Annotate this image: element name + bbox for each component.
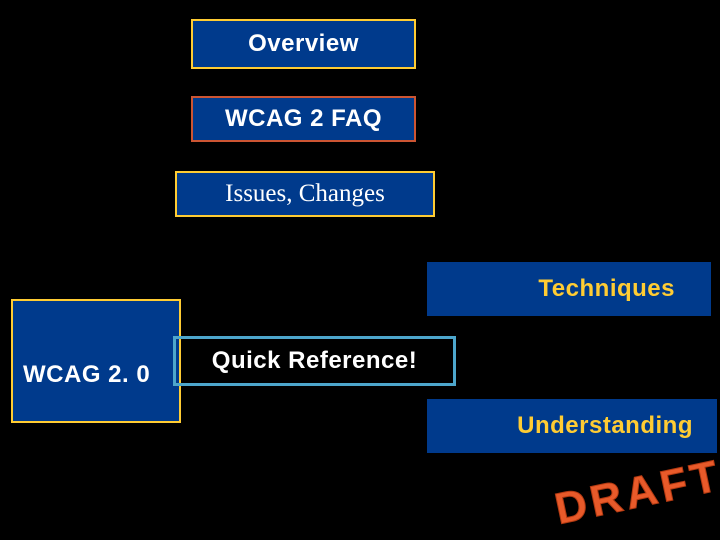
faq-box: WCAG 2 FAQ bbox=[191, 96, 416, 142]
draft-watermark: DRAFT bbox=[551, 451, 720, 535]
wcag20-box: WCAG 2. 0 bbox=[11, 299, 181, 423]
understanding-label: Understanding bbox=[517, 412, 693, 440]
quickref-box: Quick Reference! bbox=[173, 336, 456, 386]
overview-label: Overview bbox=[248, 30, 359, 58]
overview-box: Overview bbox=[191, 19, 416, 69]
techniques-label: Techniques bbox=[538, 275, 675, 303]
wcag20-label: WCAG 2. 0 bbox=[23, 361, 150, 389]
understanding-box: Understanding bbox=[427, 399, 717, 453]
issues-label: Issues, Changes bbox=[225, 180, 385, 208]
faq-label: WCAG 2 FAQ bbox=[225, 105, 382, 133]
techniques-box: Techniques bbox=[427, 262, 711, 316]
quickref-label: Quick Reference! bbox=[212, 347, 417, 375]
issues-box: Issues, Changes bbox=[175, 171, 435, 217]
